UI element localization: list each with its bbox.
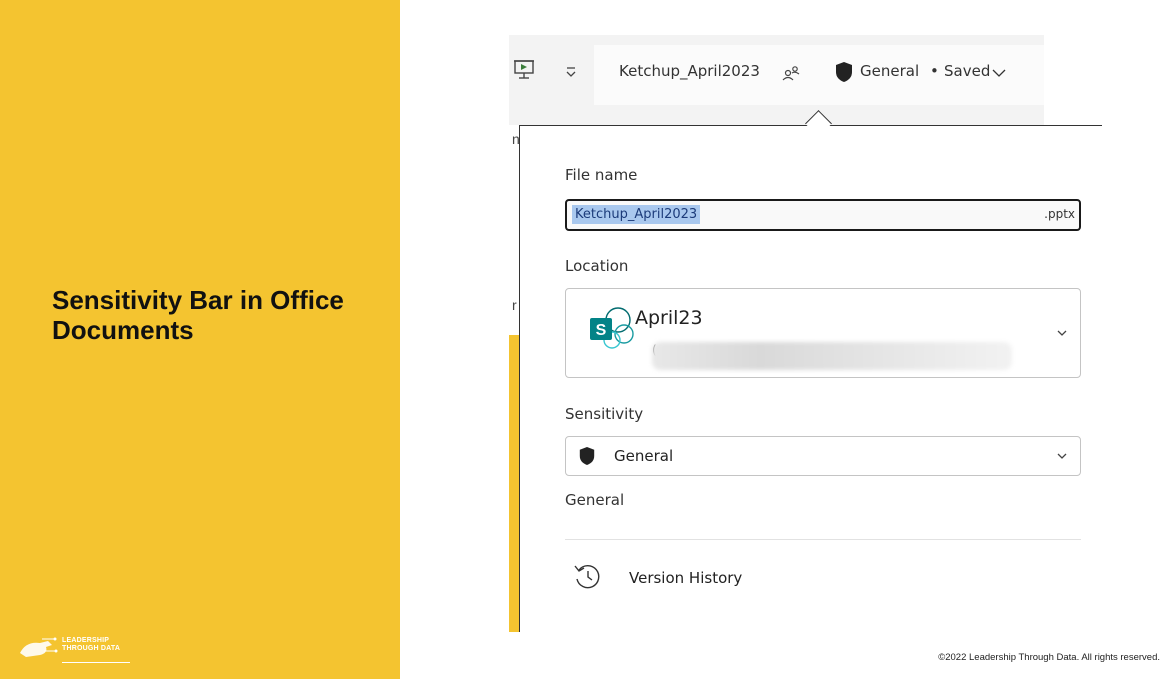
people-icon[interactable] bbox=[782, 65, 800, 81]
background-fragment: r bbox=[512, 297, 517, 313]
location-name: April23 bbox=[635, 307, 703, 329]
divider bbox=[565, 539, 1081, 540]
history-icon bbox=[574, 564, 600, 589]
sensitivity-label[interactable]: General bbox=[860, 62, 919, 80]
location-label: Location bbox=[565, 257, 629, 275]
location-path-redacted bbox=[652, 342, 1012, 370]
shield-icon[interactable] bbox=[834, 61, 854, 83]
logo: LEADERSHIP THROUGH DATA bbox=[18, 633, 138, 667]
chevron-down-icon[interactable] bbox=[1057, 329, 1067, 337]
left-panel: Sensitivity Bar in Office Documents LEAD… bbox=[0, 0, 400, 679]
copyright-footer: ©2022 Leadership Through Data. All right… bbox=[938, 652, 1160, 663]
file-extension: .pptx bbox=[1044, 207, 1075, 221]
file-info-flyout: File name Ketchup_April2023 .pptx Locati… bbox=[519, 125, 1102, 632]
present-icon[interactable] bbox=[513, 59, 535, 81]
logo-text: LEADERSHIP THROUGH DATA bbox=[62, 637, 121, 652]
sensitivity-dropdown[interactable]: General bbox=[565, 436, 1081, 476]
separator: • bbox=[930, 62, 939, 80]
chevron-down-icon[interactable] bbox=[992, 68, 1006, 78]
logo-icon bbox=[20, 637, 58, 657]
title-bar: Ketchup_April2023 General • Saved bbox=[509, 35, 1102, 125]
customize-qat-icon[interactable] bbox=[564, 65, 578, 79]
slide-thumbnail-edge bbox=[509, 335, 519, 632]
location-dropdown[interactable]: S April23 ( bbox=[565, 288, 1081, 378]
titlebar-right-area bbox=[1044, 35, 1102, 125]
file-name-value[interactable]: Ketchup_April2023 bbox=[572, 205, 701, 224]
document-name[interactable]: Ketchup_April2023 bbox=[619, 62, 760, 80]
version-history-button[interactable]: Version History bbox=[565, 558, 865, 598]
logo-underline bbox=[62, 662, 130, 663]
sharepoint-icon: S bbox=[590, 307, 634, 349]
version-history-label[interactable]: Version History bbox=[629, 569, 742, 587]
sensitivity-value: General bbox=[614, 447, 674, 465]
chevron-down-icon[interactable] bbox=[1057, 452, 1067, 460]
svg-text:S: S bbox=[596, 322, 607, 339]
office-screenshot: Ketchup_April2023 General • Saved n r Fi… bbox=[509, 35, 1102, 632]
file-name-input[interactable]: Ketchup_April2023 .pptx bbox=[565, 199, 1081, 231]
slide-title: Sensitivity Bar in Office Documents bbox=[52, 285, 344, 345]
sensitivity-section-label: Sensitivity bbox=[565, 405, 644, 423]
save-status[interactable]: Saved bbox=[944, 62, 990, 80]
sensitivity-description: General bbox=[565, 491, 625, 509]
file-name-label: File name bbox=[565, 166, 638, 184]
title-group[interactable]: Ketchup_April2023 General • Saved bbox=[594, 45, 1044, 105]
shield-icon bbox=[579, 447, 595, 465]
